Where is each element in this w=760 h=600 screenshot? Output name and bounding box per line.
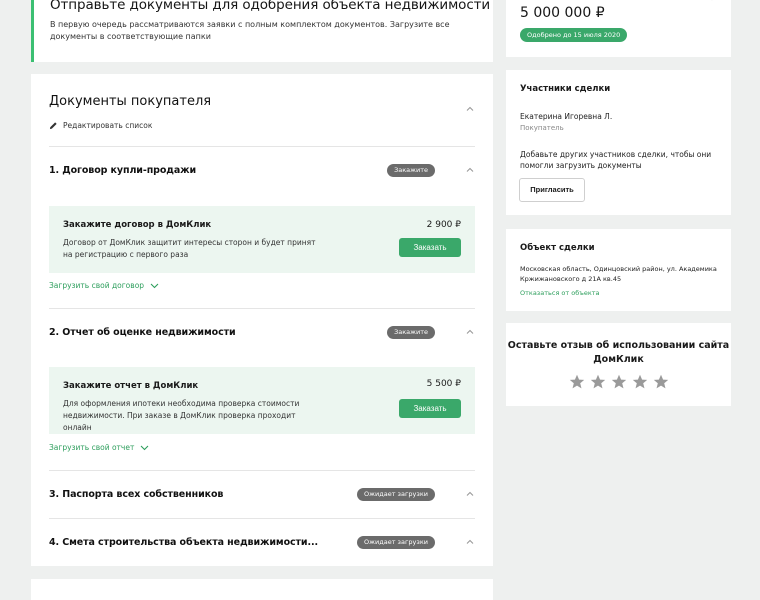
star-icon[interactable] <box>632 374 648 390</box>
star-icon[interactable] <box>653 374 669 390</box>
buyer-documents-card: Документы покупателя Редактировать списо… <box>31 74 493 566</box>
edit-list-label: Редактировать список <box>63 121 153 130</box>
participants-title: Участники сделки <box>520 84 611 94</box>
next-card <box>31 579 493 600</box>
status-badge: Ожидает загрузки <box>357 536 435 549</box>
participants-card: Участники сделки Екатерина Игоревна Л. П… <box>506 70 731 215</box>
chevron-down-icon <box>150 283 159 288</box>
review-card: Оставьте отзыв об использовании сайта До… <box>506 323 731 406</box>
section-title[interactable]: 3. Паспорта всех собственников <box>49 489 223 500</box>
review-question: Оставьте отзыв об использовании сайта До… <box>507 340 730 365</box>
upload-own-report-link[interactable]: Загрузить свой отчет <box>49 443 149 452</box>
collapse-documents-chevron-up-icon[interactable] <box>465 104 475 114</box>
order-description: Для оформления ипотеки необходима провер… <box>63 399 300 432</box>
order-title: Закажите отчет в ДомКлик <box>63 381 199 391</box>
order-appraisal-box: Закажите отчет в ДомКлик Для оформления … <box>49 367 475 434</box>
status-badge: Ожидает загрузки <box>357 488 435 501</box>
section-title[interactable]: 2. Отчет об оценке недвижимости <box>49 327 236 338</box>
documents-header: Документы покупателя Редактировать списо… <box>49 74 475 147</box>
invite-button[interactable]: Пригласить <box>519 178 585 202</box>
edit-list-link[interactable]: Редактировать список <box>49 121 152 130</box>
order-price: 5 500 ₽ <box>426 379 461 389</box>
loan-amount: 5 000 000 ₽ <box>520 5 605 21</box>
document-section-passports: 3. Паспорта всех собственников Ожидает з… <box>49 471 475 519</box>
order-contract-button[interactable]: Заказать <box>399 238 461 257</box>
documents-title: Документы покупателя <box>49 94 212 109</box>
participant-role: Покупатель <box>520 124 564 132</box>
order-contract-box: Закажите договор в ДомКлик Договор от До… <box>49 206 475 273</box>
star-icon[interactable] <box>590 374 606 390</box>
banner-text: В первую очередь рассматриваются заявки … <box>50 20 450 41</box>
section-title[interactable]: 4. Смета строительства объекта недвижимо… <box>49 537 318 548</box>
object-address: Московская область, Одинцовский район, у… <box>520 265 717 283</box>
document-section-contract: 1. Договор купли-продажи Закажите Закажи… <box>49 147 475 309</box>
approved-badge: Одобрено до 15 июля 2020 <box>520 28 628 42</box>
status-badge: Закажите <box>387 326 435 339</box>
section-chevron-up-icon[interactable] <box>465 537 475 547</box>
loan-amount-card: 5 000 000 ₽ Одобрено до 15 июля 2020 <box>506 0 731 57</box>
order-appraisal-button[interactable]: Заказать <box>399 399 461 418</box>
star-rating <box>506 374 731 390</box>
participants-hint: Добавьте других участников сделки, чтобы… <box>520 150 712 170</box>
star-icon[interactable] <box>569 374 585 390</box>
participant-name: Екатерина Игоревна Л. <box>520 112 613 121</box>
section-chevron-up-icon[interactable] <box>465 165 475 175</box>
order-description: Договор от ДомКлик защитит интересы стор… <box>63 238 316 259</box>
chevron-down-icon <box>140 445 149 450</box>
decline-object-link[interactable]: Отказаться от объекта <box>520 289 600 297</box>
order-title: Закажите договор в ДомКлик <box>63 220 212 230</box>
upload-own-contract-link[interactable]: Загрузить свой договор <box>49 281 159 290</box>
deal-object-card: Объект сделки Московская область, Одинцо… <box>506 229 731 311</box>
section-chevron-up-icon[interactable] <box>465 327 475 337</box>
order-price: 2 900 ₽ <box>426 220 461 230</box>
expand-chevron-down-icon[interactable] <box>707 0 717 3</box>
banner-title: Отправьте документы для одобрения объект… <box>50 0 491 13</box>
documents-banner: Отправьте документы для одобрения объект… <box>31 0 493 62</box>
object-title: Объект сделки <box>520 243 595 253</box>
star-icon[interactable] <box>611 374 627 390</box>
document-section-appraisal: 2. Отчет об оценке недвижимости Закажите… <box>49 309 475 471</box>
status-badge: Закажите <box>387 164 435 177</box>
pencil-icon <box>49 122 57 130</box>
section-chevron-up-icon[interactable] <box>465 489 475 499</box>
section-title[interactable]: 1. Договор купли-продажи <box>49 165 196 176</box>
upload-label: Загрузить свой отчет <box>49 443 135 452</box>
document-section-estimate: 4. Смета строительства объекта недвижимо… <box>49 519 475 565</box>
upload-label: Загрузить свой договор <box>49 281 145 290</box>
